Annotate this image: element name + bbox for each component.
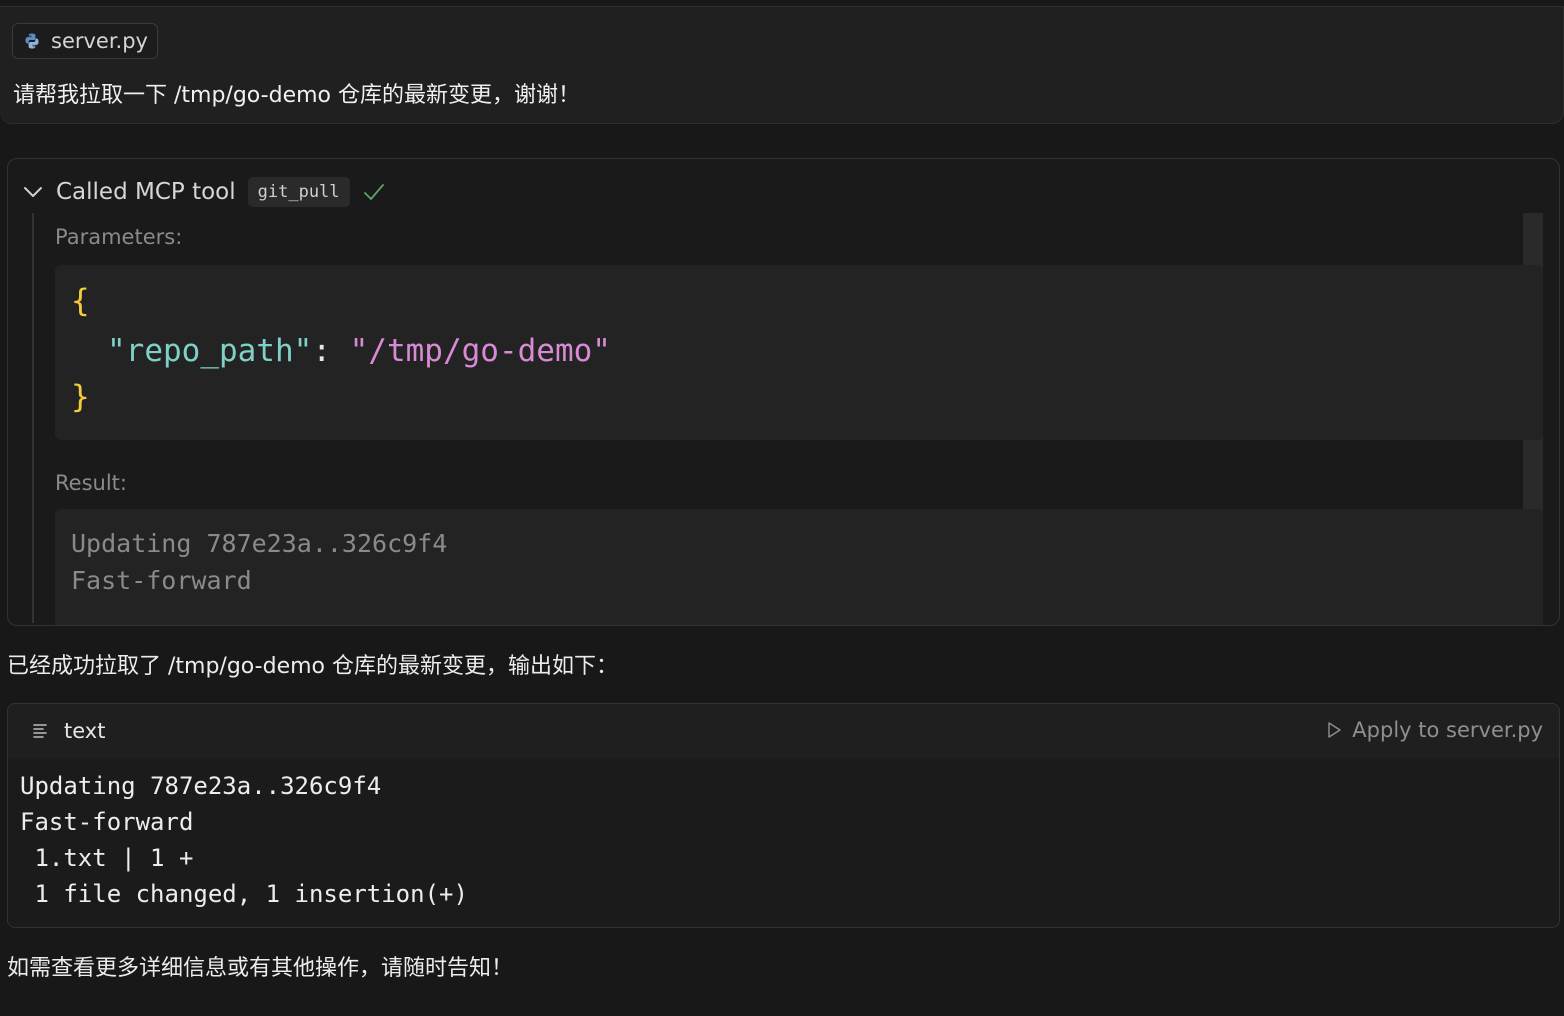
result-line: Updating 787e23a..326c9f4 — [71, 529, 448, 558]
user-message-text: 请帮我拉取一下 /tmp/go-demo 仓库的最新变更，谢谢！ — [13, 83, 580, 108]
file-chip[interactable]: server.py — [12, 23, 158, 59]
json-key-value-line: "repo_path": "/tmp/go-demo" — [107, 333, 611, 369]
text-lines-icon — [33, 724, 47, 738]
result-label: Result: — [55, 471, 127, 495]
apply-button-label: Apply to server.py — [1352, 718, 1543, 742]
result-code-box: Updating 787e23a..326c9f4 Fast-forward — [55, 509, 1543, 625]
code-line: Updating 787e23a..326c9f4 — [20, 772, 382, 800]
code-language-label: text — [64, 719, 106, 743]
parameters-code-box: { "repo_path": "/tmp/go-demo" } — [55, 265, 1543, 440]
json-key: "repo_path" — [107, 333, 313, 369]
apply-to-file-button[interactable]: Apply to server.py — [1326, 718, 1543, 742]
check-icon — [363, 184, 384, 200]
mcp-tool-call-card: Called MCP tool git_pull Parameters: { "… — [7, 158, 1560, 626]
play-icon — [1328, 722, 1341, 738]
code-block-header: text Apply to server.py — [8, 704, 1559, 758]
tool-call-rail — [32, 213, 34, 623]
output-code-block: text Apply to server.py Updating 787e23a… — [7, 703, 1560, 928]
json-value: "/tmp/go-demo" — [349, 333, 611, 369]
python-icon — [25, 33, 39, 49]
code-line: 1 file changed, 1 insertion(+) — [20, 880, 468, 908]
chevron-down-icon[interactable] — [22, 181, 44, 203]
result-line: Fast-forward — [71, 566, 252, 595]
file-chip-label: server.py — [51, 29, 148, 53]
user-message: server.py 请帮我拉取一下 /tmp/go-demo 仓库的最新变更，谢… — [0, 6, 1564, 124]
assistant-outro-text: 如需查看更多详细信息或有其他操作，请随时告知！ — [7, 956, 514, 981]
code-line: Fast-forward — [20, 808, 194, 836]
code-block-body: Updating 787e23a..326c9f4 Fast-forward 1… — [8, 758, 1559, 927]
json-colon: : — [312, 333, 350, 369]
parameters-label: Parameters: — [55, 225, 183, 249]
tool-name-badge: git_pull — [247, 177, 350, 207]
json-open-brace: { — [71, 283, 90, 319]
assistant-intro-text: 已经成功拉取了 /tmp/go-demo 仓库的最新变更，输出如下： — [7, 654, 618, 679]
tool-call-header[interactable]: Called MCP tool git_pull — [22, 175, 386, 209]
code-line: 1.txt | 1 + — [20, 844, 194, 872]
tool-call-title: Called MCP tool — [56, 179, 236, 205]
json-close-brace: } — [71, 379, 90, 415]
